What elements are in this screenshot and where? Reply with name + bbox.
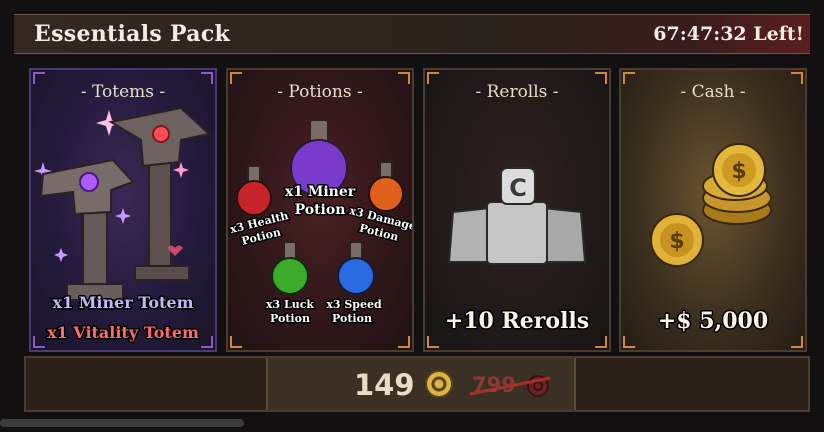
potion-speed-line2: Potion [332, 312, 372, 325]
coin-icon [425, 370, 453, 398]
potion-icon: x1 Miner Potion x3 Health Potion x3 Dama… [228, 119, 412, 327]
totem-item-miner: x1 Miner Totem [52, 293, 193, 312]
potion-speed-line1: x3 Speed [326, 298, 382, 311]
pack-title: Essentials Pack [34, 21, 231, 47]
potion-luck-line2: Potion [270, 312, 310, 325]
cash-coin-symbol-left: $ [669, 229, 684, 254]
totems-card: - Totems - x1 Miner Totem x1 Vitality To… [29, 68, 217, 352]
reroll-icon-letter: C [509, 174, 527, 202]
pack-timer: 67:47:32 Left! [653, 23, 804, 45]
cash-value: +$ 5,000 [658, 308, 768, 334]
pack-header: Essentials Pack 67:47:32 Left! [14, 14, 810, 54]
price-value: 149 [354, 368, 415, 402]
reroll-icon: C +10 Rerolls [443, 167, 591, 336]
potion-miner-line1: x1 Miner [285, 184, 356, 200]
potion-luck-line1: x3 Luck [266, 298, 314, 311]
horizontal-scrollbar[interactable] [0, 419, 244, 427]
strikethrough-line [469, 376, 551, 396]
potions-card: - Potions - x1 Miner Potion x3 Health Po… [226, 68, 414, 352]
rerolls-card: - Rerolls - C +10 Rerolls [423, 68, 611, 352]
totem-item-vitality: x1 Vitality Totem [47, 323, 199, 342]
rerolls-value: +10 Rerolls [445, 308, 589, 334]
totem-icon: x1 Miner Totem x1 Vitality Totem [34, 106, 212, 344]
cash-card: - Cash - $ $ +$ 5,000 [619, 68, 807, 352]
cash-coin-symbol-top: $ [731, 159, 746, 184]
cash-coin-icon: $ $ +$ 5,000 [650, 143, 772, 336]
potion-miner-line2: Potion [295, 202, 346, 218]
buy-button[interactable]: 149 799 [266, 358, 576, 410]
purchase-bar: 149 799 [24, 356, 810, 412]
